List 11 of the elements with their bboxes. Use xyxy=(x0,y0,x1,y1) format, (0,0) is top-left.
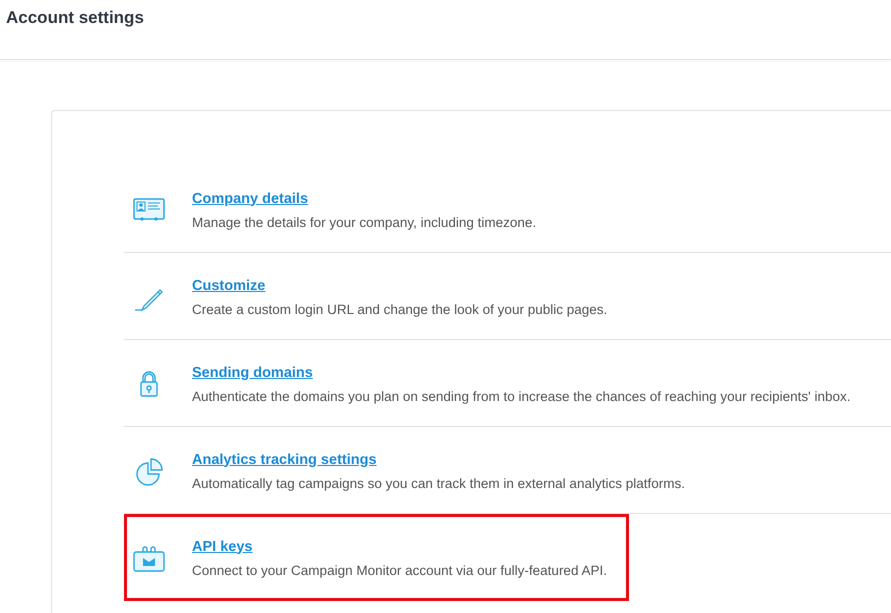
page-title: Account settings xyxy=(6,8,145,28)
setting-link[interactable]: Customize xyxy=(192,276,266,298)
setting-description: Automatically tag campaigns so you can track them in external analytics platforms. xyxy=(192,475,685,494)
setting-description: Create a custom login URL and change the look of your public pages. xyxy=(192,301,608,320)
setting-link[interactable]: Company details xyxy=(192,188,308,210)
setting-link[interactable]: Analytics tracking settings xyxy=(192,450,377,472)
setting-description: Manage the details for your company, including timezone. xyxy=(192,214,536,232)
setting-description: Connect to your Campaign Monitor account via our fully-featured API. xyxy=(192,562,607,580)
setting-link[interactable]: Sending domains xyxy=(192,362,313,384)
setting-link[interactable]: API keys xyxy=(192,536,252,558)
setting-description: Authenticate the domains you plan on sending from to increase the chances of reaching your recipients' inbox. xyxy=(192,388,850,406)
